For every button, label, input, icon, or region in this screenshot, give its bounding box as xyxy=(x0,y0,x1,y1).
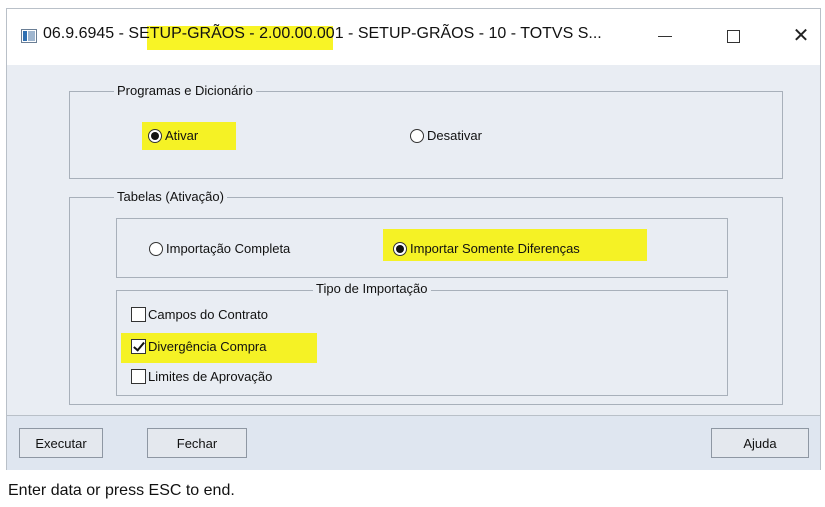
check-campos-contrato-label: Campos do Contrato xyxy=(148,307,268,322)
programas-group: Programas e Dicionário Ativar Desativar xyxy=(69,83,783,179)
radio-desativar-label: Desativar xyxy=(427,128,482,143)
radio-ativar[interactable]: Ativar xyxy=(148,128,198,143)
tipo-importacao-legend: Tipo de Importação xyxy=(313,281,431,296)
radio-importar-diferencas-label: Importar Somente Diferenças xyxy=(410,241,580,256)
check-campos-contrato[interactable]: Campos do Contrato xyxy=(131,307,268,322)
radio-ativar-label: Ativar xyxy=(165,128,199,143)
minimize-button[interactable] xyxy=(645,21,685,51)
check-limites-aprovacao-label: Limites de Aprovação xyxy=(148,369,273,384)
close-icon: ✕ xyxy=(792,25,810,47)
tabelas-group: Tabelas (Ativação) Importação Completa I… xyxy=(69,189,783,405)
maximize-button[interactable] xyxy=(713,21,753,51)
radio-importar-diferencas[interactable]: Importar Somente Diferenças xyxy=(393,241,580,256)
tabelas-legend: Tabelas (Ativação) xyxy=(114,189,227,204)
check-divergencia-compra-box[interactable] xyxy=(131,339,146,354)
app-icon xyxy=(21,29,37,43)
radio-importacao-completa[interactable]: Importação Completa xyxy=(149,241,290,256)
status-text: Enter data or press ESC to end. xyxy=(8,482,235,499)
tipo-importacao-group: Tipo de Importação Campos do Contrato Di… xyxy=(116,281,728,396)
ajuda-button[interactable]: Ajuda xyxy=(711,428,809,458)
main-panel: Programas e Dicionário Ativar Desativar … xyxy=(7,65,820,415)
close-button[interactable]: ✕ xyxy=(781,21,821,51)
title-bar[interactable]: 06.9.6945 - SETUP-GRÃOS - 2.00.00.001 - … xyxy=(7,9,820,65)
fechar-button[interactable]: Fechar xyxy=(147,428,247,458)
radio-desativar[interactable]: Desativar xyxy=(410,128,482,143)
radio-importar-diferencas-dot[interactable] xyxy=(393,241,407,256)
modo-importacao-group: Importação Completa Importar Somente Dif… xyxy=(116,218,728,278)
maximize-icon xyxy=(726,29,740,43)
minimize-icon xyxy=(658,35,672,37)
top-strip xyxy=(0,0,825,8)
status-bar: Enter data or press ESC to end. xyxy=(0,470,825,507)
check-divergencia-compra-label: Divergência Compra xyxy=(148,339,267,354)
check-campos-contrato-box[interactable] xyxy=(131,307,146,322)
dialog-window: 06.9.6945 - SETUP-GRÃOS - 2.00.00.001 - … xyxy=(6,8,821,471)
check-divergencia-compra[interactable]: Divergência Compra xyxy=(131,339,267,354)
radio-ativar-dot[interactable] xyxy=(148,128,162,143)
check-limites-aprovacao[interactable]: Limites de Aprovação xyxy=(131,369,272,384)
button-bar: Executar Fechar Ajuda xyxy=(7,415,820,471)
radio-importacao-completa-dot[interactable] xyxy=(149,241,163,256)
programas-legend: Programas e Dicionário xyxy=(114,83,256,98)
radio-desativar-dot[interactable] xyxy=(410,128,424,143)
radio-importacao-completa-label: Importação Completa xyxy=(166,241,291,256)
window-title: 06.9.6945 - SETUP-GRÃOS - 2.00.00.001 - … xyxy=(43,25,602,42)
executar-button[interactable]: Executar xyxy=(19,428,103,458)
check-limites-aprovacao-box[interactable] xyxy=(131,369,146,384)
